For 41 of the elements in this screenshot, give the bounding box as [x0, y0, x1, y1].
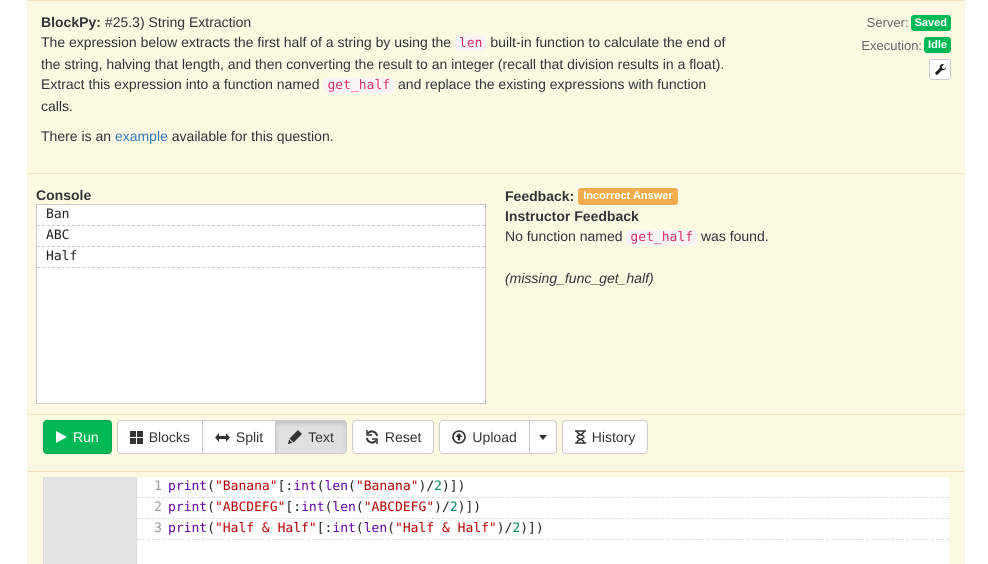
status-badge: Incorrect Answer: [578, 188, 678, 204]
reset-button[interactable]: Reset: [352, 420, 434, 454]
line-number: 1: [153, 478, 163, 496]
app-name: BlockPy:: [41, 13, 101, 32]
feedback-label: Feedback:: [505, 187, 574, 206]
play-icon: [56, 431, 67, 443]
wrench-button[interactable]: [929, 59, 951, 80]
wrench-icon: [934, 63, 946, 76]
line-number: 2: [153, 499, 163, 517]
code-line: print("ABCDEFG"[:int(len("ABCDEFG")/2)]): [167, 499, 482, 517]
status-label: Server:: [866, 14, 909, 32]
blocks-button[interactable]: Blocks: [116, 420, 203, 454]
console-line: ABC: [37, 226, 485, 247]
caret-icon: [538, 434, 547, 440]
double-arrow-icon: [214, 432, 230, 442]
status-label: Execution:: [861, 36, 922, 54]
status-badge: Saved: [910, 14, 951, 31]
line-number: 3: [153, 520, 163, 538]
example-note: There is an example available for this question.: [41, 127, 335, 146]
console-line: Ban: [37, 205, 485, 226]
pencil-icon: [288, 430, 302, 444]
console-line: Half: [37, 247, 485, 268]
grid-icon: [130, 430, 143, 444]
refresh-icon: [364, 430, 379, 444]
dropdown-toggle[interactable]: [528, 420, 557, 454]
console-title: Console: [36, 186, 92, 204]
upload-button[interactable]: Upload: [439, 420, 530, 454]
text-button[interactable]: Text: [275, 420, 347, 454]
feedback-message: No function named get_half was found.: [505, 227, 769, 247]
feedback-code: (missing_func_get_half): [505, 269, 655, 288]
problem-description: The expression below extracts the first half of a string by using the len built-in function to calculate the end of the string, halving that length, and then converting the result to an integer (recall that division results in a float). Extract this expression into a function named get_half and replace the existing expressions with function calls.: [41, 33, 726, 116]
code-line: print("Banana"[:int(len("Banana")/2)]): [167, 478, 466, 496]
problem-title: #25.3) String Extraction: [104, 13, 252, 32]
feedback-title: Instructor Feedback: [505, 207, 640, 226]
example-link[interactable]: example: [114, 128, 168, 144]
split-button[interactable]: Split: [202, 420, 276, 454]
code-line: print("Half & Half"[:int(len("Half & Half")/2)]): [167, 520, 544, 538]
status-badge: Idle: [924, 37, 951, 54]
history-button[interactable]: History: [562, 420, 648, 454]
upload-icon: [452, 430, 466, 444]
hourglass-icon: [574, 430, 586, 444]
